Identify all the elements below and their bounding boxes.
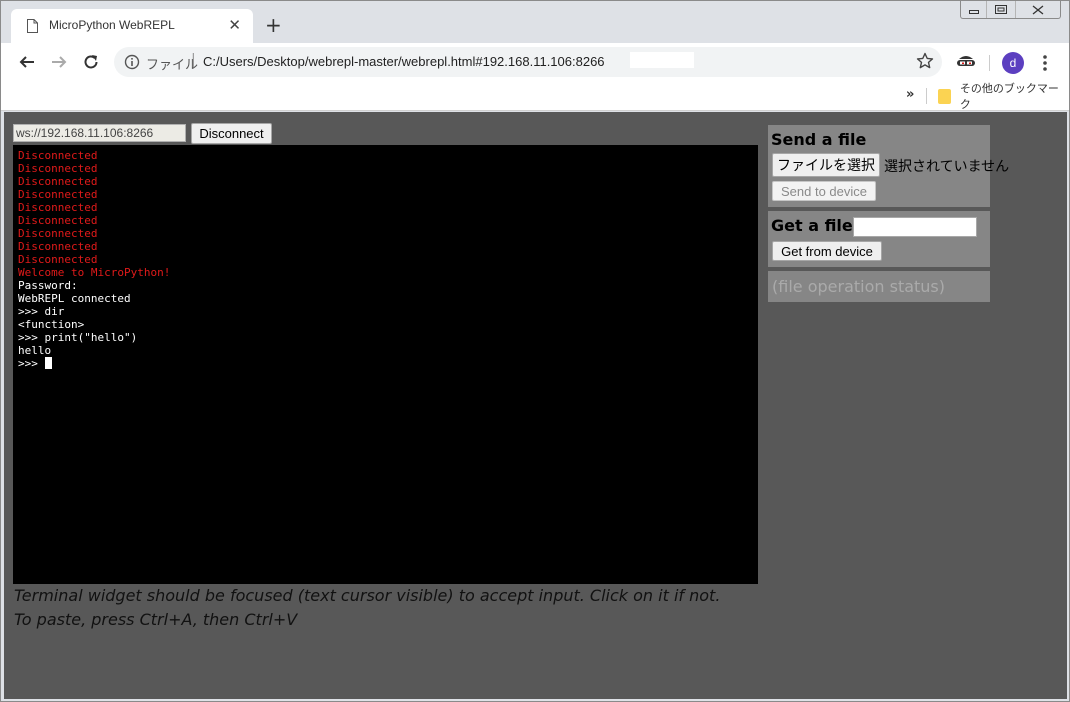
url-separator: | <box>191 52 196 68</box>
no-file-selected-text: 選択されていません <box>884 159 1010 175</box>
bookmarks-overflow-button[interactable]: » <box>906 87 914 102</box>
info-icon[interactable] <box>124 54 140 70</box>
send-file-panel: Send a file ファイルを選択 選択されていません Send to de… <box>768 125 1009 207</box>
webrepl-page: Disconnect DisconnectedDisconnectedDisco… <box>4 112 1067 699</box>
terminal-line: Disconnected <box>18 149 98 162</box>
choose-file-button[interactable]: ファイルを選択 <box>772 153 880 177</box>
terminal-line: <function> <box>18 318 85 331</box>
other-bookmarks-folder[interactable]: その他のブックマーク <box>938 82 1069 111</box>
new-tab-button[interactable]: + <box>265 15 282 35</box>
bookmarks-divider <box>926 88 927 104</box>
terminal[interactable]: Disconnected Disconnected Disconnected Disc… <box>13 145 758 584</box>
terminal-prompt-line: >>> <box>18 357 753 370</box>
terminal-line: Disconnected <box>18 201 98 214</box>
text-cursor <box>44 357 52 369</box>
get-file-title: Get a file <box>771 216 853 235</box>
terminal-line: WebREPL connected <box>18 292 131 305</box>
terminal-line: Welcome to MicroPython! <box>18 266 171 279</box>
file-operation-status: (file operation status) <box>772 277 946 296</box>
url-text[interactable]: C:/Users/Desktop/webrepl-master/webrepl.… <box>203 54 605 69</box>
bookmarks-bar: » その他のブックマーク <box>1 81 1069 111</box>
window-close-icon[interactable] <box>1015 1 1060 18</box>
forward-arrow-icon[interactable] <box>48 51 70 73</box>
send-file-title: Send a file <box>771 130 867 149</box>
terminal-line: Disconnected <box>18 188 98 201</box>
terminal-line: Password: <box>18 279 78 292</box>
terminal-prompt: >>> <box>18 357 45 370</box>
minimize-icon[interactable] <box>961 1 986 18</box>
folder-icon <box>938 88 951 104</box>
terminal-line: Disconnected <box>18 162 98 175</box>
other-bookmarks-label: その他のブックマーク <box>959 82 1059 111</box>
address-bar[interactable]: ファイル | C:/Users/Desktop/webrepl-master/w… <box>114 47 942 77</box>
toolbar-divider <box>989 55 990 71</box>
tab-strip: MicroPython WebREPL ✕ + <box>1 1 1069 43</box>
browser-toolbar: ファイル | C:/Users/Desktop/webrepl-master/w… <box>1 43 1069 81</box>
terminal-line: Disconnected <box>18 175 98 188</box>
paste-hint: To paste, press Ctrl+A, then Ctrl+V <box>14 610 298 629</box>
terminal-line: >>> dir <box>18 305 65 318</box>
terminal-line: hello <box>18 344 52 357</box>
back-arrow-icon[interactable] <box>16 51 38 73</box>
file-status-panel: (file operation status) <box>768 271 990 302</box>
get-file-panel: Get a file Get from device <box>768 211 990 267</box>
profile-avatar[interactable]: d <box>1002 52 1024 74</box>
close-tab-icon[interactable]: ✕ <box>228 16 241 34</box>
window-controls <box>960 1 1061 19</box>
terminal-line: Disconnected <box>18 253 98 266</box>
terminal-line: Disconnected <box>18 214 98 227</box>
terminal-line: Disconnected <box>18 240 98 253</box>
focus-hint: Terminal widget should be focused (text … <box>14 586 721 605</box>
file-icon <box>27 19 38 33</box>
reload-icon[interactable] <box>80 51 102 73</box>
terminal-line: Disconnected <box>18 227 98 240</box>
browser-window: MicroPython WebREPL ✕ + ファイル | C:/Users/… <box>0 0 1070 702</box>
tab-webrepl[interactable]: MicroPython WebREPL ✕ <box>11 9 253 43</box>
maximize-icon[interactable] <box>986 1 1015 18</box>
kebab-menu-icon[interactable] <box>1038 52 1052 74</box>
get-file-name-input[interactable] <box>853 217 977 237</box>
tab-title: MicroPython WebREPL <box>49 18 175 32</box>
send-to-device-button[interactable]: Send to device <box>772 181 876 201</box>
spy-extension-icon[interactable] <box>956 53 976 71</box>
terminal-line: >>> print("hello") <box>18 331 138 344</box>
disconnect-button[interactable]: Disconnect <box>191 123 272 144</box>
websocket-url-input[interactable] <box>13 124 186 142</box>
redacted-area <box>630 52 694 68</box>
get-from-device-button[interactable]: Get from device <box>772 241 882 261</box>
star-icon[interactable] <box>916 52 934 70</box>
